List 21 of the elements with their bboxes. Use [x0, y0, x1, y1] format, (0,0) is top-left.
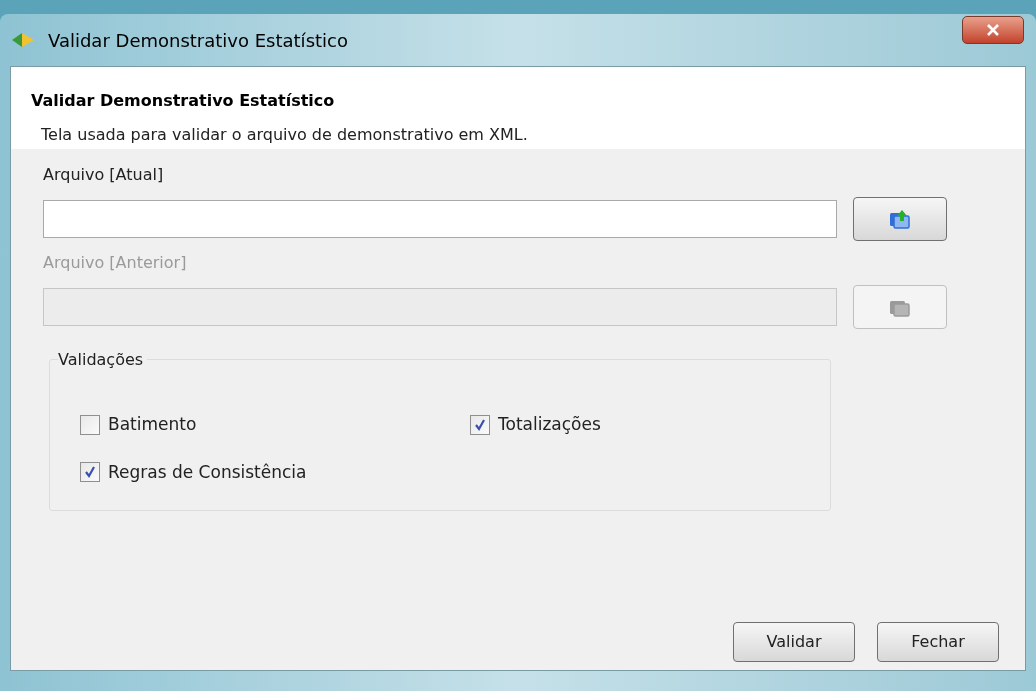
- close-icon: [986, 24, 1000, 36]
- checkbox-label: Regras de Consistência: [108, 460, 307, 484]
- field-label: Arquivo [Anterior]: [43, 252, 188, 274]
- browse-button[interactable]: [853, 197, 947, 241]
- dialog-heading: Validar Demonstrativo Estatístico: [31, 90, 336, 112]
- checkbox[interactable]: [470, 414, 490, 435]
- file-path-field[interactable]: [43, 200, 837, 238]
- checkbox[interactable]: [80, 462, 100, 483]
- dialog-description: Tela usada para validar o arquivo de demonstrativo em XML.: [40, 124, 529, 146]
- app-logo-icon: [10, 31, 36, 49]
- checkbox-label: Batimento: [108, 413, 197, 436]
- dialog-button[interactable]: Fechar: [877, 622, 999, 662]
- check-icon: [83, 465, 97, 480]
- field-label: Arquivo [Atual]: [43, 164, 165, 186]
- dialog-button[interactable]: Validar: [733, 622, 855, 662]
- window-title: Validar Demonstrativo Estatístico: [48, 28, 348, 53]
- close-button[interactable]: [962, 16, 1024, 44]
- checkbox-label: Totalizações: [498, 413, 601, 436]
- upload-folder-icon: [888, 208, 912, 230]
- checkbox[interactable]: [80, 414, 100, 435]
- check-icon: [473, 417, 487, 432]
